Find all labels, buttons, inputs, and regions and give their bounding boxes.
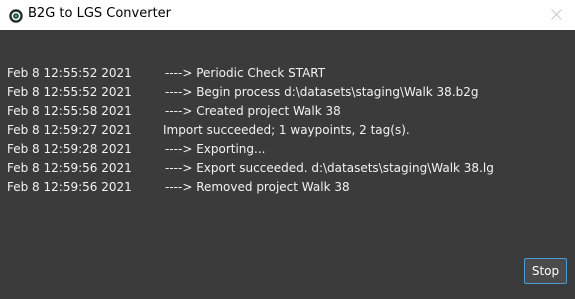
log-message: ----> Removed project Walk 38 xyxy=(165,180,350,194)
log-message: ----> Exporting... xyxy=(165,142,266,156)
log-line: Feb 8 12:59:56 2021 ----> Export succeed… xyxy=(0,159,575,178)
window-title: B2G to LGS Converter xyxy=(28,6,172,21)
log-timestamp: Feb 8 12:59:56 2021 xyxy=(7,180,132,194)
log-line: Feb 8 12:55:52 2021 ----> Begin process … xyxy=(0,83,575,102)
log-line: Feb 8 12:55:58 2021 ----> Created projec… xyxy=(0,102,575,121)
log-line: Feb 8 12:59:56 2021 ----> Removed projec… xyxy=(0,178,575,197)
log-message: ----> Periodic Check START xyxy=(165,66,326,80)
title-bar[interactable]: B2G to LGS Converter xyxy=(0,0,575,30)
log-timestamp: Feb 8 12:59:56 2021 xyxy=(7,161,132,175)
converter-window: B2G to LGS Converter Feb 8 12:55:52 2021… xyxy=(0,0,575,299)
log-timestamp: Feb 8 12:59:27 2021 xyxy=(7,123,132,137)
log-message: ----> Created project Walk 38 xyxy=(165,104,341,118)
log-line: Feb 8 12:59:27 2021 Import succeeded; 1 … xyxy=(0,121,575,140)
log-message: ----> Begin process d:\datasets\staging\… xyxy=(165,85,479,99)
close-icon xyxy=(551,9,562,20)
log-timestamp: Feb 8 12:55:58 2021 xyxy=(7,104,132,118)
log-line: Feb 8 12:59:28 2021 ----> Exporting... xyxy=(0,140,575,159)
log-message: ----> Export succeeded. d:\datasets\stag… xyxy=(165,161,494,175)
log-timestamp: Feb 8 12:55:52 2021 xyxy=(7,66,132,80)
log-timestamp: Feb 8 12:55:52 2021 xyxy=(7,85,132,99)
log-message: Import succeeded; 1 waypoints, 2 tag(s). xyxy=(163,123,410,137)
stop-button[interactable]: Stop xyxy=(524,258,567,284)
log-line: Feb 8 12:55:52 2021 ----> Periodic Check… xyxy=(0,64,575,83)
log-output: Feb 8 12:55:52 2021 ----> Periodic Check… xyxy=(0,64,575,224)
close-button[interactable] xyxy=(537,0,575,30)
log-timestamp: Feb 8 12:59:28 2021 xyxy=(7,142,132,156)
app-logo-icon xyxy=(9,8,23,23)
